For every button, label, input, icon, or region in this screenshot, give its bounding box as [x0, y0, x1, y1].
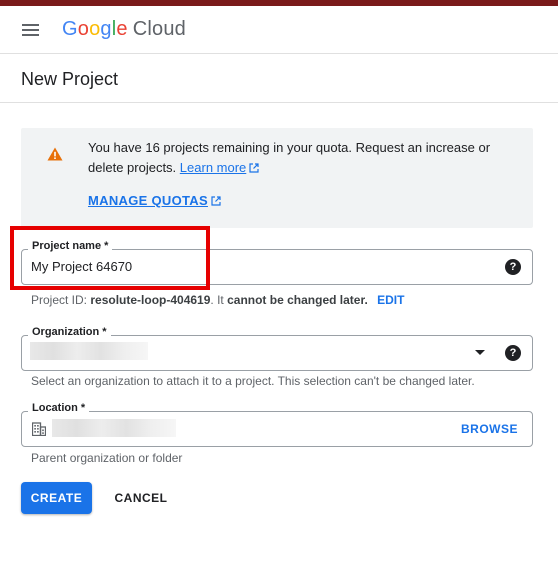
project-id-hint: Project ID: resolute-loop-404619. It can… [31, 293, 404, 307]
quota-message: You have 16 projects remaining in your q… [88, 140, 491, 175]
app-header: Google Cloud [0, 6, 558, 54]
quota-notice-text: You have 16 projects remaining in your q… [88, 138, 508, 178]
logo-letter: o [89, 18, 101, 40]
project-id-prefix: Project ID: [31, 293, 88, 307]
warning-icon [47, 147, 63, 161]
page-title-bar: New Project [0, 55, 558, 103]
google-cloud-logo[interactable]: Google Cloud [62, 18, 186, 41]
quota-notice: You have 16 projects remaining in your q… [21, 128, 533, 228]
cancel-button[interactable]: CANCEL [108, 482, 174, 514]
project-name-help-icon[interactable]: ? [505, 259, 521, 275]
organization-hint: Select an organization to attach it to a… [31, 374, 475, 388]
location-field[interactable]: Location * BROWSE [21, 402, 533, 447]
main-menu-icon[interactable] [21, 23, 41, 39]
project-id-warning: cannot be changed later. [227, 293, 368, 307]
project-name-label: Project name * [28, 240, 113, 252]
external-link-icon [249, 163, 259, 173]
external-link-icon [211, 196, 221, 206]
logo-product-name: Cloud [132, 18, 186, 40]
logo-letter: g [100, 18, 112, 40]
organization-select[interactable]: Organization * ? [21, 326, 533, 371]
building-icon [32, 422, 46, 436]
project-name-input[interactable]: My Project 64670 [31, 259, 132, 274]
organization-label: Organization * [28, 326, 111, 338]
manage-quotas-link[interactable]: MANAGE QUOTAS [88, 193, 221, 208]
organization-help-icon[interactable]: ? [505, 345, 521, 361]
logo-letter: e [116, 18, 128, 40]
page-title: New Project [21, 69, 119, 89]
project-name-field[interactable]: Project name * My Project 64670 ? [21, 240, 533, 285]
project-id-value: resolute-loop-404619 [90, 293, 211, 307]
location-hint: Parent organization or folder [31, 451, 183, 465]
project-id-suffix: . It [210, 293, 224, 307]
redacted-location-value [52, 419, 176, 437]
learn-more-label: Learn more [179, 160, 247, 175]
dropdown-arrow-icon[interactable] [475, 350, 485, 355]
logo-letter: G [62, 18, 78, 40]
browse-button[interactable]: BROWSE [461, 422, 518, 436]
edit-project-id-button[interactable]: EDIT [377, 293, 404, 307]
logo-letter: o [77, 18, 90, 40]
location-label: Location * [28, 402, 90, 414]
learn-more-link[interactable]: Learn more [180, 160, 259, 175]
redacted-organization-value [30, 342, 148, 360]
create-button[interactable]: CREATE [21, 482, 92, 514]
manage-quotas-label: MANAGE QUOTAS [88, 193, 208, 208]
